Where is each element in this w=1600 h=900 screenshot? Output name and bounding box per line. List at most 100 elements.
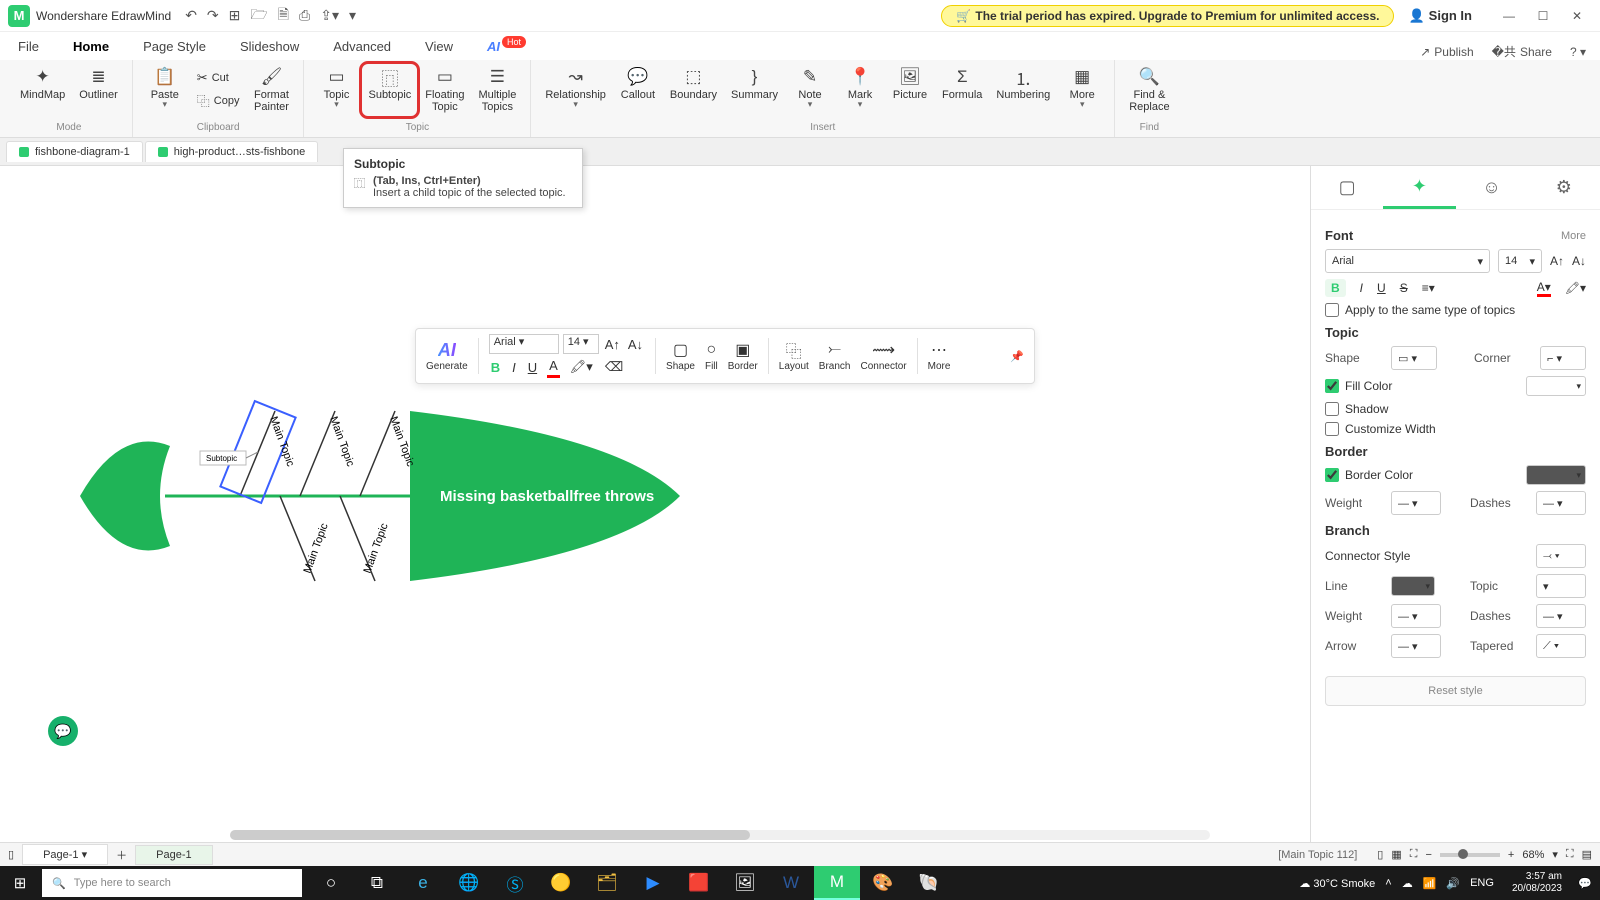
share-button[interactable]: �共 Share (1492, 43, 1552, 60)
fullscreen-icon[interactable]: ⛶ (1566, 848, 1574, 861)
layout-tool-button[interactable]: ⿻Layout (779, 341, 809, 372)
signin-button[interactable]: 👤 Sign In (1408, 8, 1472, 24)
central-topic[interactable]: Missing basketballfree throws (440, 488, 654, 505)
tb-word-icon[interactable]: W (768, 866, 814, 900)
bold-button[interactable]: B (489, 358, 502, 377)
clear-format-button[interactable]: ⌫ (603, 357, 625, 377)
bone-5[interactable]: Main Topic (362, 521, 391, 575)
tb-photos-icon[interactable]: 🖼 (722, 866, 768, 900)
undo-icon[interactable]: ↶ (185, 7, 197, 24)
outliner-mode-button[interactable]: ≣Outliner (73, 64, 124, 104)
sp-strike[interactable]: S (1400, 281, 1408, 295)
sp-corner-sel[interactable]: ⌐ ▾ (1540, 346, 1586, 370)
menu-view[interactable]: View (421, 35, 457, 60)
tb-app2-icon[interactable]: 🐚 (906, 866, 952, 900)
sp-branch-weight[interactable]: — ▾ (1391, 604, 1441, 628)
grow-font-icon[interactable]: A↑ (1550, 254, 1564, 268)
picture-button[interactable]: 🖼Picture (886, 64, 934, 110)
menu-file[interactable]: File (14, 35, 43, 60)
font-size-select[interactable]: 14 ▾ (563, 334, 599, 354)
qat-more-icon[interactable]: ▾ (349, 7, 356, 24)
tray-volume-icon[interactable]: 🔊 (1446, 877, 1460, 890)
notifications-icon[interactable]: 💬 (1570, 877, 1600, 890)
sp-line-color[interactable]: ▾ (1391, 576, 1435, 596)
menu-home[interactable]: Home (69, 35, 113, 60)
menu-ai[interactable]: AIHot (483, 35, 530, 60)
chat-help-icon[interactable]: 💬 (48, 716, 78, 746)
open-icon[interactable]: 🗁 (250, 4, 267, 28)
branch-tool-button[interactable]: ⤚Branch (819, 341, 851, 372)
font-color-button[interactable]: A (547, 356, 560, 378)
doc-tab-2[interactable]: high-product…sts-fishbone (145, 141, 318, 162)
fit-page-icon[interactable]: ⛶ (1410, 848, 1418, 861)
more-insert-button[interactable]: ▦More▾ (1058, 64, 1106, 110)
view-mode-2-icon[interactable]: ▦ (1391, 848, 1401, 861)
tray-lang-icon[interactable]: ENG (1470, 877, 1494, 889)
copy-button[interactable]: ⿻Copy (191, 89, 246, 112)
shape-tool-button[interactable]: ▢Shape (666, 341, 695, 372)
sp-arrow-sel[interactable]: — ▾ (1391, 634, 1441, 658)
save-icon[interactable]: 🗎 (278, 4, 289, 28)
underline-button[interactable]: U (526, 358, 539, 377)
sp-bold[interactable]: B (1325, 279, 1346, 297)
boundary-button[interactable]: ⬚Boundary (664, 64, 723, 110)
bone-4[interactable]: Main Topic (302, 521, 331, 575)
new-icon[interactable]: ⊞ (229, 7, 241, 24)
connector-tool-button[interactable]: ⟿Connector (860, 341, 906, 372)
tb-zoom-icon[interactable]: ▶ (630, 866, 676, 900)
numbering-button[interactable]: ⒈Numbering (990, 64, 1056, 110)
sp-shadow-check[interactable]: Shadow (1325, 402, 1586, 416)
font-family-select[interactable]: Arial ▾ (489, 334, 559, 354)
tb-cortana-icon[interactable]: ○ (308, 866, 354, 900)
help-button[interactable]: ? ▾ (1570, 45, 1586, 59)
sp-font-size[interactable]: 14▾ (1498, 249, 1542, 273)
close-button[interactable]: ✕ (1562, 6, 1592, 26)
shrink-font-icon[interactable]: A↓ (626, 335, 645, 354)
sp-fillcolor-swatch[interactable]: ▾ (1526, 376, 1586, 396)
minimize-button[interactable]: — (1494, 6, 1524, 26)
tray-chevron-icon[interactable]: ˄ (1385, 877, 1391, 889)
border-tool-button[interactable]: ▣Border (728, 341, 758, 372)
sp-underline[interactable]: U (1377, 281, 1386, 295)
paste-button[interactable]: 📋Paste▾ (141, 64, 189, 116)
publish-button[interactable]: ↗ Publish (1420, 45, 1473, 59)
callout-button[interactable]: 💬Callout (614, 64, 662, 110)
outline-toggle-icon[interactable]: ▯ (8, 848, 14, 861)
multiple-topics-button[interactable]: ☰Multiple Topics (472, 64, 522, 116)
shrink-font-icon[interactable]: A↓ (1572, 254, 1586, 268)
sp-align[interactable]: ≡▾ (1422, 281, 1435, 295)
tb-edrawmind-icon[interactable]: M (814, 866, 860, 900)
doc-tab-1[interactable]: fishbone-diagram-1 (6, 141, 143, 162)
formula-button[interactable]: ΣFormula (936, 64, 988, 110)
grow-font-icon[interactable]: A↑ (603, 335, 622, 354)
view-mode-1-icon[interactable]: ▯ (1377, 848, 1383, 861)
sp-tapered-sel[interactable]: ⟋ ▾ (1536, 634, 1586, 658)
format-painter-button[interactable]: 🖌Format Painter (247, 64, 295, 116)
sp-tab-icon[interactable]: ☺ (1456, 166, 1528, 209)
sp-border-dashes[interactable]: — ▾ (1536, 491, 1586, 515)
more-tool-button[interactable]: ⋯More (928, 341, 951, 372)
taskbar-clock[interactable]: 3:57 am 20/08/2023 (1504, 871, 1570, 895)
sp-tab-format[interactable]: ✦ (1383, 166, 1455, 209)
zoom-out-button[interactable]: − (1425, 849, 1431, 861)
sp-font-family[interactable]: Arial▾ (1325, 249, 1490, 273)
highlight-button[interactable]: 🖍▾ (568, 357, 595, 377)
horizontal-scrollbar[interactable] (230, 830, 1210, 840)
summary-button[interactable]: }Summary (725, 64, 784, 110)
mark-button[interactable]: 📍Mark▾ (836, 64, 884, 110)
menu-slideshow[interactable]: Slideshow (236, 35, 303, 60)
trial-banner[interactable]: 🛒 The trial period has expired. Upgrade … (941, 5, 1394, 27)
export-icon[interactable]: ⇪▾ (320, 7, 339, 24)
sp-border-weight[interactable]: — ▾ (1391, 491, 1441, 515)
fill-tool-button[interactable]: ○Fill (705, 341, 718, 372)
subtopic-button[interactable]: ⿵Subtopic (362, 64, 417, 116)
tb-taskview-icon[interactable]: ⧉ (354, 866, 400, 900)
cut-button[interactable]: ✂Cut (191, 68, 246, 88)
sp-connector-sel[interactable]: ⤙ ▾ (1536, 544, 1586, 568)
taskbar-search[interactable]: 🔍 Type here to search (42, 869, 302, 897)
page-tab-1[interactable]: Page-1 ▾ (22, 844, 108, 865)
menu-advanced[interactable]: Advanced (329, 35, 395, 60)
redo-icon[interactable]: ↷ (207, 7, 219, 24)
page-tab-2[interactable]: Page-1 (135, 845, 212, 865)
weather-widget[interactable]: ☁ 30°C Smoke (1299, 877, 1375, 890)
